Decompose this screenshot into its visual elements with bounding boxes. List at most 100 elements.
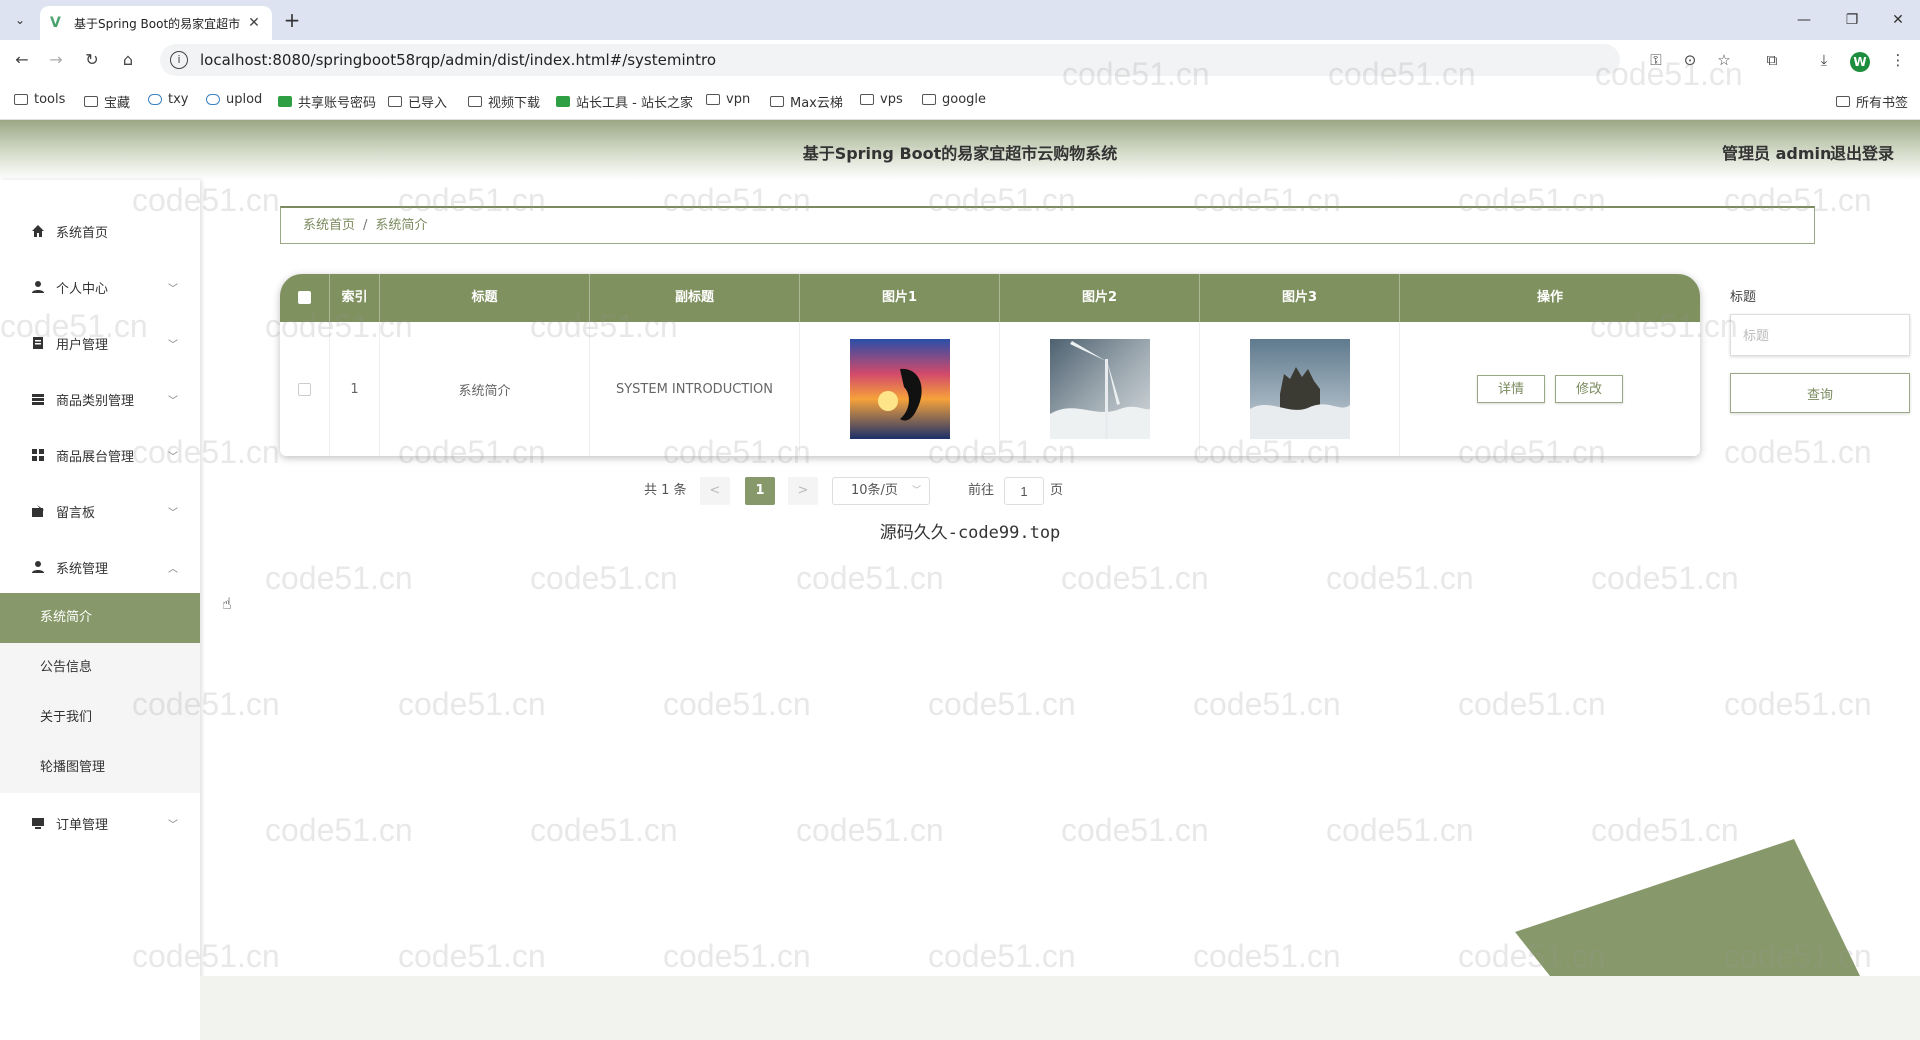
sidebar-item-order-management[interactable]: 订单管理 ﹀	[0, 795, 200, 851]
breadcrumb-separator: /	[363, 218, 368, 233]
submenu-item-announcements[interactable]: 公告信息	[0, 643, 200, 693]
search-title-input[interactable]	[1730, 314, 1910, 356]
folder-icon	[922, 94, 936, 105]
back-arrow-icon[interactable]: ←	[10, 48, 34, 72]
pagination-current-page[interactable]: 1	[745, 477, 775, 505]
watermark: code51.cn	[928, 686, 1076, 722]
row-checkbox[interactable]	[298, 382, 311, 396]
sidebar-item-system-management[interactable]: 系统管理 ︿	[0, 539, 200, 595]
bookmark-item[interactable]: 宝藏	[84, 92, 130, 111]
bookmark-item[interactable]: 已导入	[388, 92, 447, 111]
submenu-item-about-us[interactable]: 关于我们	[0, 693, 200, 743]
watermark: code51.cn	[796, 812, 944, 848]
download-icon[interactable]: ⤓	[1812, 48, 1836, 72]
folder-icon	[706, 94, 720, 105]
search-button[interactable]: 查询	[1730, 373, 1910, 413]
sidebar-item-category-management[interactable]: 商品类别管理 ﹀	[0, 371, 200, 427]
home-page-icon[interactable]: ⌂	[116, 48, 140, 72]
content-footer-band	[200, 976, 1920, 1040]
new-tab-plus-icon[interactable]: +	[280, 9, 304, 33]
reload-icon[interactable]: ↻	[80, 48, 104, 72]
data-table: 索引 标题 副标题 图片1 图片2 图片3 操作 1 系统简介 SYSTEM I…	[280, 274, 1700, 456]
bookmark-item[interactable]: vpn	[706, 92, 750, 107]
goto-page-input[interactable]	[1004, 477, 1044, 505]
tab-close-icon[interactable]: ✕	[246, 15, 262, 31]
column-header: 图片2	[1000, 274, 1200, 322]
bookmark-item[interactable]: 站长工具 - 站长之家	[556, 92, 693, 111]
watermark: code51.cn	[663, 686, 811, 722]
submenu-item-carousel[interactable]: 轮播图管理	[0, 743, 200, 793]
folder-icon	[388, 96, 402, 107]
cell-image2	[1000, 322, 1200, 456]
breadcrumb-home[interactable]: 系统首页	[303, 218, 355, 233]
sunset-dolphin-image[interactable]	[849, 339, 950, 439]
watermark: code51.cn	[1061, 812, 1209, 848]
cell-subtitle: SYSTEM INTRODUCTION	[590, 322, 800, 456]
source-note: 源码久久-code99.top	[879, 523, 1061, 543]
close-window-icon[interactable]: ✕	[1878, 8, 1918, 32]
page-size-select[interactable]: 10条/页 ﹀	[832, 477, 930, 505]
all-bookmarks[interactable]: 所有书签	[1836, 92, 1908, 111]
bookmark-item[interactable]: vps	[860, 92, 903, 107]
detail-button[interactable]: 详情	[1476, 375, 1545, 403]
system-submenu: 系统简介 公告信息 关于我们 轮播图管理	[0, 593, 200, 793]
bookmark-item[interactable]: tools	[14, 92, 65, 107]
bookmark-item[interactable]: txy	[148, 92, 188, 107]
grid-icon	[30, 447, 46, 463]
bookmark-item[interactable]: 共享账号密码	[278, 92, 376, 111]
browser-menu-icon[interactable]: ⋮	[1886, 48, 1910, 72]
password-key-icon[interactable]: ⚿	[1644, 48, 1668, 72]
site-info-icon[interactable]: i	[170, 51, 188, 69]
bookmark-item[interactable]: google	[922, 92, 986, 107]
tab-list-chevron-icon[interactable]: ⌄	[8, 8, 32, 32]
extensions-icon[interactable]: ⧉	[1760, 48, 1784, 72]
restore-icon[interactable]: ❐	[1832, 8, 1872, 32]
bookmark-item[interactable]: uplod	[206, 92, 262, 107]
watermark: code51.cn	[928, 938, 1076, 974]
chevron-down-icon: ﹀	[168, 819, 178, 831]
url-text: localhost:8080/springboot58rqp/admin/dis…	[200, 51, 717, 69]
chevron-down-icon: ﹀	[911, 486, 921, 496]
search-title-label: 标题	[1730, 290, 1757, 305]
cloud-icon	[206, 94, 220, 105]
watermark: code51.cn	[1724, 434, 1872, 470]
pagination-next[interactable]: >	[788, 477, 818, 505]
screenshot-icon[interactable]: ⊙	[1678, 48, 1702, 72]
select-all-checkbox[interactable]	[298, 291, 311, 304]
layers-icon	[30, 391, 46, 407]
bookmark-item[interactable]: 视频下载	[468, 92, 540, 111]
watermark: code51.cn	[265, 812, 413, 848]
person-icon	[30, 559, 46, 575]
watermark: code51.cn	[1193, 686, 1341, 722]
watermark: code51.cn	[398, 938, 546, 974]
forward-arrow-icon[interactable]: →	[44, 48, 68, 72]
minimize-icon[interactable]: —	[1784, 8, 1824, 32]
board-icon	[30, 503, 46, 519]
browser-tab[interactable]: V 基于Spring Boot的易家宜超市 ✕	[40, 6, 272, 40]
select-all-cell	[280, 274, 330, 322]
watermark: code51.cn	[265, 560, 413, 596]
watermark: code51.cn	[398, 686, 546, 722]
sidebar-item-personal-center[interactable]: 个人中心 ﹀	[0, 259, 200, 315]
folder-icon	[860, 94, 874, 105]
sheet-icon	[278, 96, 292, 107]
submenu-item-system-intro[interactable]: 系统简介	[0, 593, 200, 643]
row-select-cell	[280, 322, 330, 456]
pagination-prev[interactable]: <	[700, 477, 730, 505]
bookmark-item[interactable]: Max云梯	[770, 92, 843, 111]
cell-image3	[1200, 322, 1400, 456]
folder-icon	[1836, 96, 1850, 107]
castle-clouds-image[interactable]	[1249, 339, 1350, 439]
address-bar[interactable]: i localhost:8080/springboot58rqp/admin/d…	[160, 44, 1620, 76]
sidebar-item-showcase-management[interactable]: 商品展台管理 ﹀	[0, 427, 200, 483]
sidebar-item-home[interactable]: 系统首页	[0, 203, 200, 259]
sidebar-item-user-management[interactable]: 用户管理 ﹀	[0, 315, 200, 371]
bookmark-star-icon[interactable]: ☆	[1712, 48, 1736, 72]
cloud-icon	[148, 94, 162, 105]
profile-avatar[interactable]: W	[1850, 52, 1870, 72]
edit-button[interactable]: 修改	[1555, 375, 1624, 403]
logout-link[interactable]: 退出登录	[1830, 140, 1894, 164]
wind-turbine-image[interactable]	[1049, 339, 1150, 439]
chart-icon	[556, 96, 570, 107]
watermark: code51.cn	[1326, 560, 1474, 596]
